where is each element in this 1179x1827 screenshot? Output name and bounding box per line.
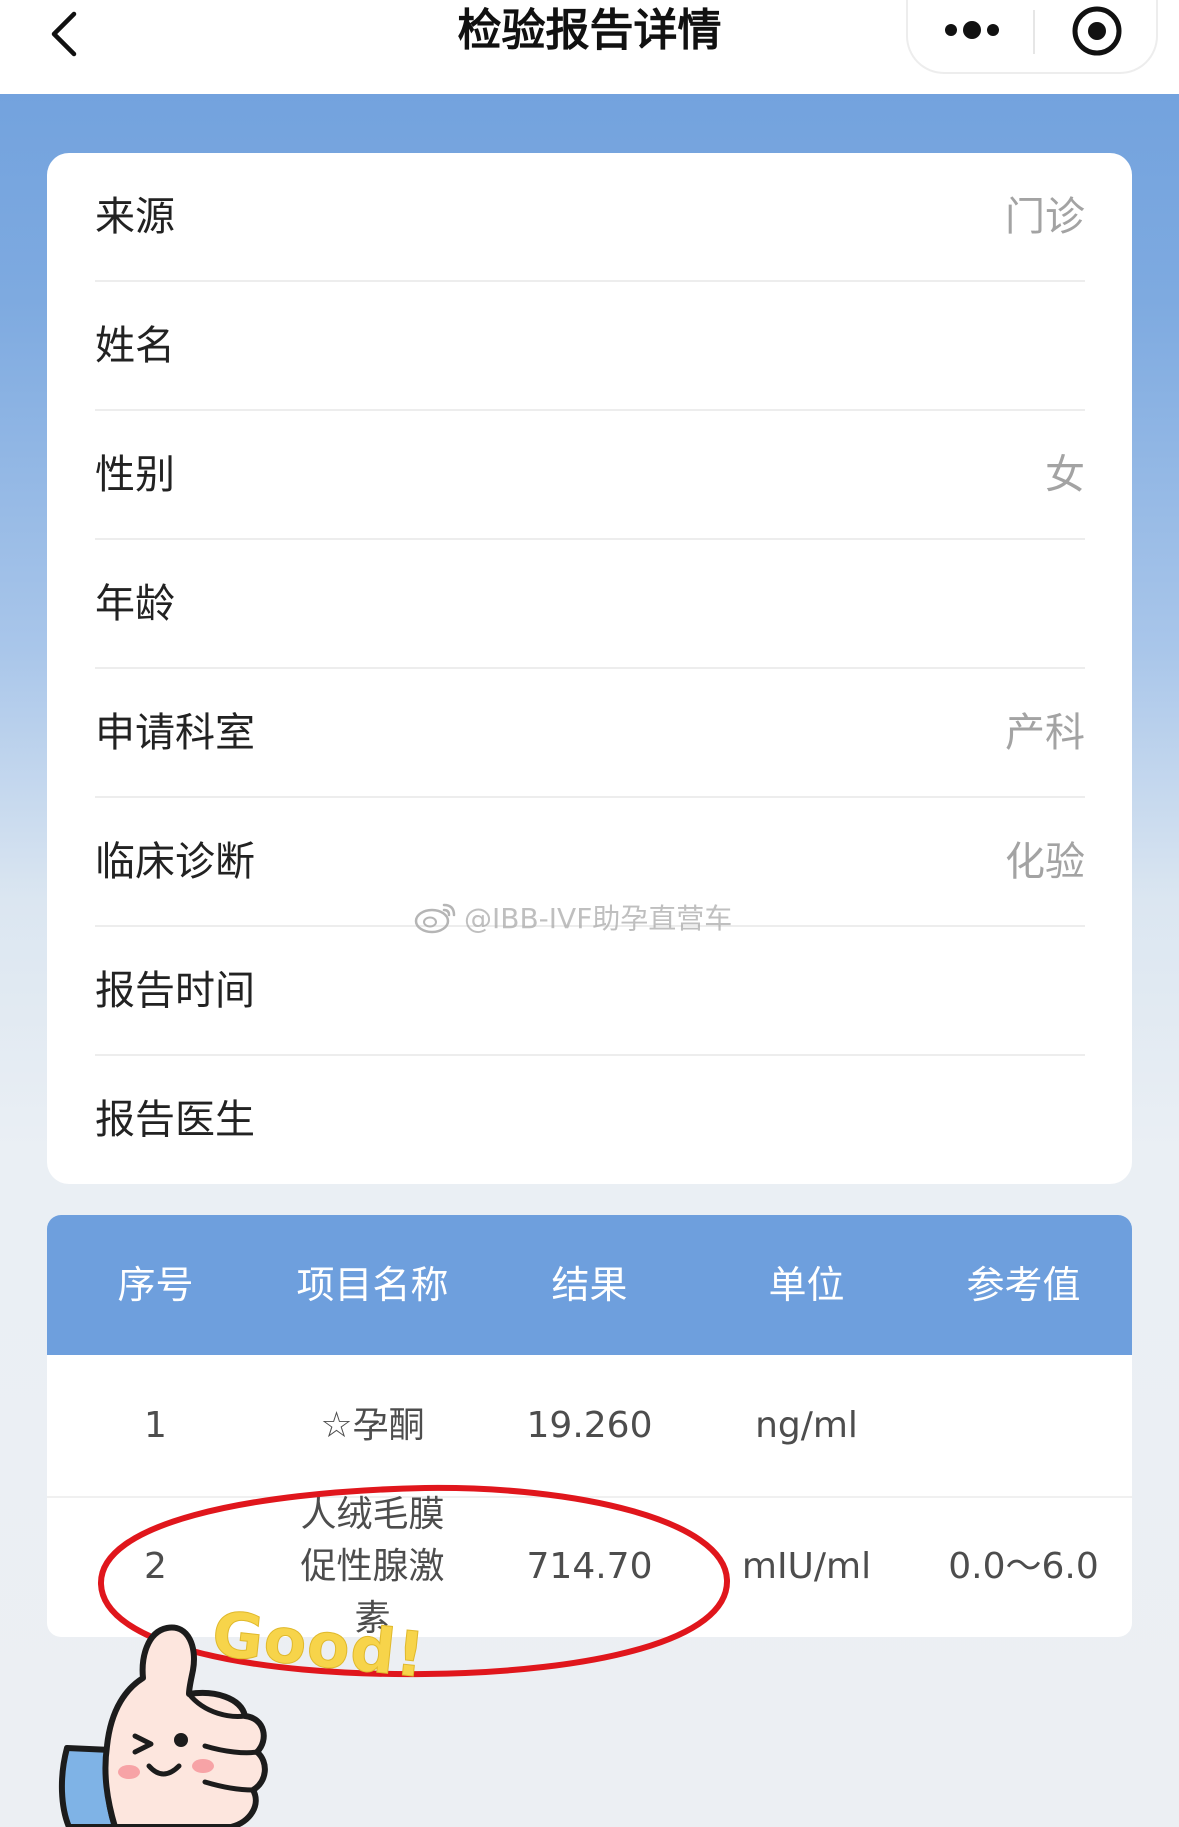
table-header: 序号 项目名称 结果 单位 参考值 [47,1215,1132,1355]
info-row-name: 姓名 [95,282,1085,411]
info-label: 临床诊断 [95,839,255,885]
info-value: 女 [1045,452,1085,498]
target-circle-icon [1072,6,1122,56]
patient-info-card: 来源 门诊 姓名 性别 女 年龄 申请科室 产科 临床诊断 化验 报告时间 报告… [47,153,1132,1184]
cell-reference [915,1355,1132,1496]
mini-program-capsule [906,0,1158,74]
close-button[interactable] [1070,4,1124,58]
info-value: 产科 [1005,710,1085,756]
column-header-reference: 参考值 [966,1263,1081,1307]
info-label: 年龄 [95,581,175,627]
info-label: 来源 [95,194,175,240]
weibo-icon [414,903,456,934]
column-header-item: 项目名称 [296,1263,449,1307]
column-header-unit: 单位 [768,1263,845,1307]
cell-item: ☆孕酮 [320,1404,425,1446]
info-label: 报告医生 [95,1097,255,1143]
column-header-no: 序号 [117,1263,194,1307]
info-label: 性别 [95,452,175,498]
cell-unit: ng/ml [755,1404,858,1446]
capsule-divider [1033,10,1035,54]
info-label: 报告时间 [95,968,255,1014]
more-dots-icon [945,21,999,39]
info-row-source: 来源 门诊 [95,153,1085,282]
info-label: 姓名 [95,323,175,369]
info-row-report-time: 报告时间 [95,927,1085,1056]
cell-result: 19.260 [526,1404,653,1446]
more-button[interactable] [940,8,1004,52]
column-header-result: 结果 [551,1263,628,1307]
watermark: @IBB-IVF助孕直营车 [414,892,732,942]
thumbs-up-sticker-icon [58,1624,268,1827]
info-value: 化验 [1005,839,1085,885]
watermark-text: @IBB-IVF助孕直营车 [464,902,733,935]
cell-no: 1 [144,1404,167,1446]
info-row-department: 申请科室 产科 [95,669,1085,798]
info-row-report-doctor: 报告医生 [95,1056,1085,1185]
cell-reference: 0.0～6.0 [948,1545,1099,1587]
info-row-gender: 性别 女 [95,411,1085,540]
info-value: 门诊 [1005,194,1085,240]
info-row-age: 年龄 [95,540,1085,669]
top-navigation-bar: 检验报告详情 [0,0,1179,94]
table-row: 1 ☆孕酮 19.260 ng/ml [47,1355,1132,1498]
info-label: 申请科室 [95,710,255,756]
